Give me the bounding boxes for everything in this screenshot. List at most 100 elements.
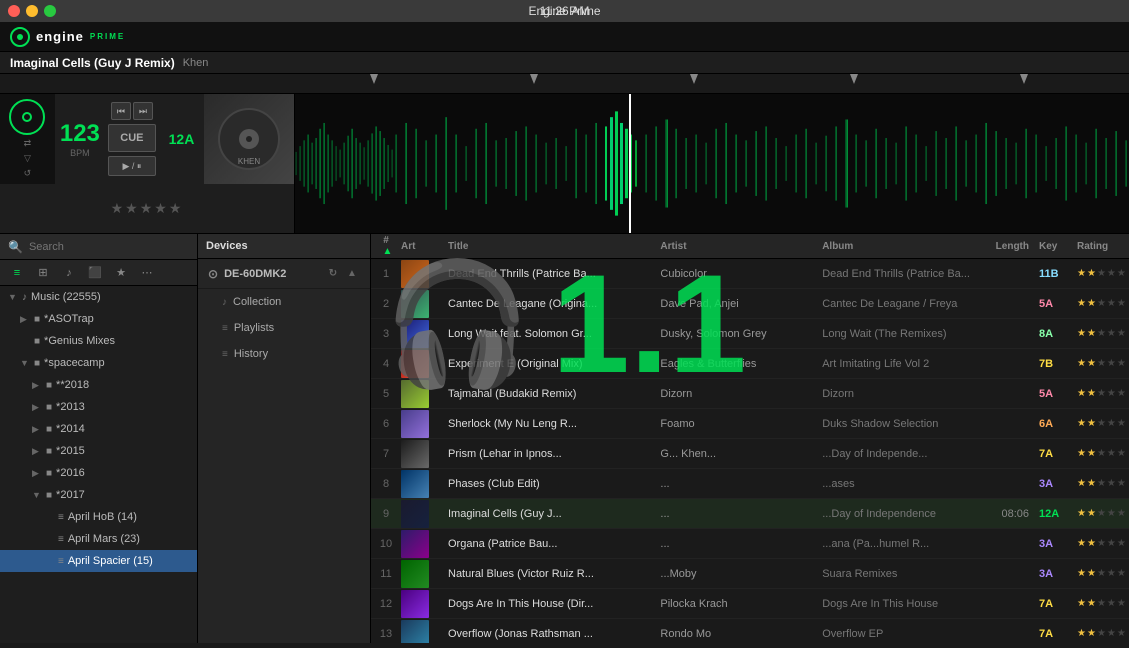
- track-title: Prism (Lehar in Ipnos...: [443, 448, 655, 460]
- col-header-album[interactable]: Album: [817, 241, 979, 252]
- tracks-scroll[interactable]: 1 Dead End Thrills (Patrice Ba... Cubico…: [371, 259, 1129, 643]
- col-header-title[interactable]: Title: [443, 241, 655, 252]
- sidebar-icon-list[interactable]: ≡: [6, 263, 28, 283]
- sidebar-item-spacecamp[interactable]: ▼ ■ *spacecamp: [0, 352, 197, 374]
- track-key: 3A: [1034, 538, 1074, 550]
- sidebar-item-2015[interactable]: ▶ ■ *2015: [0, 440, 197, 462]
- waveform-container[interactable]: [295, 94, 1129, 233]
- sidebar-item-music[interactable]: ▼ ♪ Music (22555): [0, 286, 197, 308]
- sidebar-item-asotrap[interactable]: ▶ ■ *ASOTrap: [0, 308, 197, 330]
- prev-button[interactable]: ⏮: [111, 102, 131, 120]
- play-pause-button[interactable]: ▶ / ⏸: [108, 156, 156, 176]
- sidebar-item-2013[interactable]: ▶ ■ *2013: [0, 396, 197, 418]
- device-refresh-icon[interactable]: ↻: [325, 266, 341, 282]
- sidebar-item-april-mars[interactable]: ≡ April Mars (23): [0, 528, 197, 550]
- expand-icon: ▶: [32, 468, 44, 479]
- minimize-button[interactable]: [26, 5, 38, 17]
- system-time: 11:26 AM: [540, 4, 590, 18]
- maximize-button[interactable]: [44, 5, 56, 17]
- star-2: ★: [1097, 538, 1106, 549]
- star-1: ★: [1087, 268, 1096, 279]
- search-input[interactable]: [29, 241, 189, 253]
- track-rating: ★★★★★: [1074, 298, 1129, 309]
- device-history[interactable]: ≡ History: [198, 341, 370, 367]
- table-row[interactable]: 1 Dead End Thrills (Patrice Ba... Cubico…: [371, 259, 1129, 289]
- sidebar-icon-folder[interactable]: ⬛: [84, 263, 106, 283]
- sidebar-icon-star[interactable]: ★: [110, 263, 132, 283]
- track-thumbnail: [401, 290, 429, 318]
- track-album: ...Day of Independe...: [817, 448, 979, 460]
- star-4: ★: [1117, 418, 1126, 429]
- col-header-key[interactable]: Key: [1034, 241, 1074, 252]
- star-0: ★: [1077, 418, 1086, 429]
- deck-icons: ⇄ ▽ ↺: [24, 138, 32, 179]
- track-album: Dizorn: [817, 388, 979, 400]
- sidebar-item-april-spacier[interactable]: ≡ April Spacier (15): [0, 550, 197, 572]
- star-2: ★: [1097, 568, 1106, 579]
- table-row[interactable]: 2 Cantec De Leagane (Origina... Dave Pad…: [371, 289, 1129, 319]
- device-playlists[interactable]: ≡ Playlists: [198, 315, 370, 341]
- track-number: 11: [371, 568, 401, 580]
- sidebar-item-april-hob[interactable]: ≡ April HoB (14): [0, 506, 197, 528]
- expand-icon: ▶: [32, 380, 44, 391]
- sidebar-icon-more[interactable]: ⋯: [136, 263, 158, 283]
- table-row[interactable]: 9 Imaginal Cells (Guy J... ... ...Day of…: [371, 499, 1129, 529]
- sidebar-item-2014[interactable]: ▶ ■ *2014: [0, 418, 197, 440]
- track-artist: Pilocka Krach: [655, 598, 817, 610]
- sidebar-item-2018[interactable]: ▶ ■ **2018: [0, 374, 197, 396]
- table-row[interactable]: 4 Experiment E (Original Mix) Eagles & B…: [371, 349, 1129, 379]
- next-button[interactable]: ⏭: [133, 102, 153, 120]
- star-3: ★: [1107, 478, 1116, 489]
- star-4: ★: [1117, 268, 1126, 279]
- table-row[interactable]: 6 Sherlock (My Nu Leng R... Foamo Duks S…: [371, 409, 1129, 439]
- device-sync-icon[interactable]: ▲: [344, 266, 360, 282]
- album-art: KHEN: [204, 94, 294, 184]
- track-title-bar: Imaginal Cells (Guy J Remix) Khen: [0, 52, 1129, 74]
- deck-indicator: [9, 99, 45, 135]
- track-number: 13: [371, 628, 401, 640]
- close-button[interactable]: [8, 5, 20, 17]
- table-row[interactable]: 7 Prism (Lehar in Ipnos... G... Khen... …: [371, 439, 1129, 469]
- track-key: 7A: [1034, 628, 1074, 640]
- col-header-length[interactable]: Length: [979, 241, 1034, 252]
- col-header-num[interactable]: # ▲: [371, 235, 401, 257]
- star-0: ★: [1077, 268, 1086, 279]
- window-controls[interactable]: [8, 5, 56, 17]
- sidebar-item-2016[interactable]: ▶ ■ *2016: [0, 462, 197, 484]
- table-row[interactable]: 10 Organa (Patrice Bau... ... ...ana (Pa…: [371, 529, 1129, 559]
- cue-button[interactable]: CUE: [108, 124, 156, 152]
- table-row[interactable]: 13 Overflow (Jonas Rathsman ... Rondo Mo…: [371, 619, 1129, 643]
- current-track-name: Imaginal Cells (Guy J Remix): [10, 56, 175, 70]
- device-item-de60[interactable]: ⊙ DE-60DMK2 ↻ ▲: [198, 259, 370, 289]
- current-track-artist: Khen: [183, 57, 209, 69]
- star-2: ★: [1097, 508, 1106, 519]
- track-number: 6: [371, 418, 401, 430]
- col-header-art[interactable]: Art: [401, 241, 443, 252]
- track-art: [401, 440, 443, 468]
- track-rating: ★★★★★: [1074, 538, 1129, 549]
- table-row[interactable]: 5 Tajmahal (Budakid Remix) Dizorn Dizorn…: [371, 379, 1129, 409]
- sidebar-item-genius-mixes[interactable]: ■ *Genius Mixes: [0, 330, 197, 352]
- star-2: ★: [1097, 388, 1106, 399]
- logo-text: engine: [36, 29, 84, 44]
- track-album: Dogs Are In This House: [817, 598, 979, 610]
- sidebar-item-2017[interactable]: ▼ ■ *2017: [0, 484, 197, 506]
- sidebar-icon-itunes[interactable]: ♪: [58, 263, 80, 283]
- cue-marker-3: [690, 74, 698, 84]
- star-4: ★: [1117, 358, 1126, 369]
- track-album: Suara Remixes: [817, 568, 979, 580]
- col-header-rating[interactable]: Rating: [1074, 241, 1129, 252]
- track-number: 8: [371, 478, 401, 490]
- device-collection[interactable]: ♪ Collection: [198, 289, 370, 315]
- table-row[interactable]: 8 Phases (Club Edit) ... ...ases 3A ★★★★…: [371, 469, 1129, 499]
- cue-controls[interactable]: ⏮ ⏭ CUE ▶ / ⏸: [105, 94, 159, 184]
- track-key: 11B: [1034, 268, 1074, 280]
- player-area: ⇄ ▽ ↺ 123 BPM ⏮ ⏭ CUE ▶ / ⏸ 12: [0, 94, 1129, 234]
- col-header-artist[interactable]: Artist: [655, 241, 817, 252]
- sidebar-icon-grid[interactable]: ⊞: [32, 263, 54, 283]
- table-row[interactable]: 3 Long Wait feat. Solomon Gr... Dusky, S…: [371, 319, 1129, 349]
- star-2: ★: [1097, 358, 1106, 369]
- table-row[interactable]: 11 Natural Blues (Victor Ruiz R... ...Mo…: [371, 559, 1129, 589]
- table-row[interactable]: 12 Dogs Are In This House (Dir... Pilock…: [371, 589, 1129, 619]
- star-0: ★: [1077, 358, 1086, 369]
